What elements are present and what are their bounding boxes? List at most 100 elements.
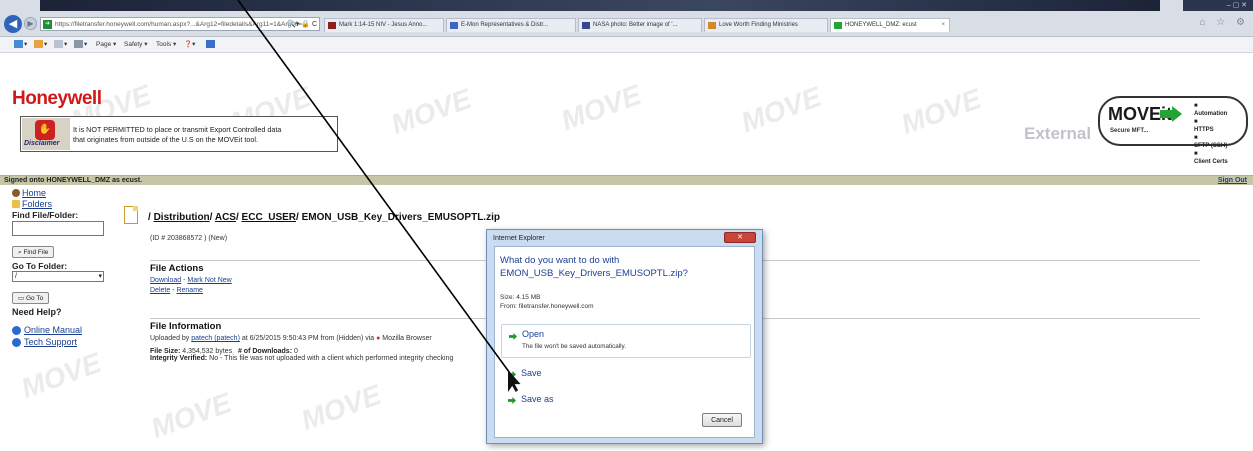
file-id: (ID # 203868572 ) (New) — [150, 235, 228, 242]
signed-on-bar: Signed onto HONEYWELL_DMZ as ecust. Sign… — [0, 175, 1253, 185]
heart-icon — [708, 22, 716, 29]
mark-not-new-link[interactable]: Mark Not New — [187, 277, 231, 284]
forward-button[interactable]: ▶ — [24, 17, 37, 30]
disclaimer-word: Disclaimer — [24, 140, 60, 147]
open-option[interactable]: Open The file won't be saved automatical… — [501, 324, 751, 358]
watermark: MOVE — [737, 80, 826, 139]
tab-emon[interactable]: E-Mon Representatives & Distr... — [446, 18, 576, 32]
moveit-icon — [834, 22, 842, 29]
integrity-value: No - This file was not uploaded with a c… — [209, 355, 454, 362]
breadcrumb: / Distribution/ ACS/ ECC_USER/ EMON_USB_… — [148, 212, 500, 223]
online-manual-link[interactable]: Online Manual — [12, 325, 112, 335]
address-tools-icon[interactable]: 🔍▾ 🔒 C — [287, 18, 317, 30]
breadcrumb-acs[interactable]: ACS — [215, 212, 236, 223]
home-favorites-settings-icons[interactable]: ⌂ ☆ ⚙ — [1199, 17, 1249, 28]
file-icon — [124, 206, 138, 224]
tab-honeywell-dmz[interactable]: HONEYWELL_DMZ: ecust × — [830, 18, 950, 32]
cancel-button[interactable]: Cancel — [702, 413, 742, 427]
watermark: MOVE — [17, 346, 106, 405]
download-dialog: Internet Explorer ✕ What do you want to … — [486, 229, 763, 444]
breadcrumb-distribution[interactable]: Distribution — [154, 212, 210, 223]
feature-item: ■ HTTPS — [1194, 119, 1214, 133]
tab-love-worth[interactable]: Love Worth Finding Ministries — [704, 18, 828, 32]
goto-label: Go To Folder: — [12, 261, 68, 271]
find-input[interactable] — [12, 221, 104, 236]
breadcrumb-ecc-user[interactable]: ECC_USER — [242, 212, 296, 223]
uploader-link[interactable]: patech (patech) — [191, 335, 240, 342]
disclaimer-box: ✋ Disclaimer It is NOT PERMITTED to plac… — [20, 116, 338, 152]
watermark: MOVE — [387, 82, 476, 141]
arrow-right-icon — [509, 333, 517, 340]
download-link[interactable]: Download — [150, 277, 181, 284]
file-name: EMON_USB_Key_Drivers_EMUSOPTL.zip — [301, 212, 500, 223]
size-label: File Size: — [150, 348, 181, 355]
external-label: External — [1024, 124, 1092, 143]
moveit-logo: MOVEit Secure MFT... ■ Automation ■ HTTP… — [1098, 96, 1248, 165]
home-icon — [12, 189, 20, 197]
address-text: https://filetransfer.honeywell.com/human… — [55, 21, 308, 28]
moveit-subtitle: Secure MFT... — [1110, 128, 1149, 134]
close-icon[interactable]: ✕ — [724, 232, 756, 243]
feature-item: ■ SFTP (SSH) — [1194, 135, 1228, 149]
feeds-icon[interactable]: ▾ — [34, 40, 47, 49]
save-option[interactable]: Save — [501, 365, 751, 385]
save-as-label: Save as — [521, 394, 554, 404]
tech-support-link[interactable]: Tech Support — [12, 337, 112, 347]
save-as-option[interactable]: Save as — [501, 391, 751, 411]
downloads-label: # of Downloads: — [237, 348, 293, 355]
honeywell-logo: Honeywell — [12, 88, 102, 109]
goto-folder-value: / — [15, 273, 17, 280]
read-mail-icon[interactable]: ▾ — [54, 40, 67, 49]
goto-folder-select[interactable]: / ▾ — [12, 271, 104, 282]
open-label: Open — [522, 329, 545, 339]
question-filename: EMON_USB_Key_Drivers_EMUSOPTL.zip? — [500, 268, 688, 279]
delete-link[interactable]: Delete — [150, 287, 170, 294]
uploaded-via: Mozilla Browser — [382, 335, 432, 342]
page-menu[interactable]: Page ▾ — [96, 40, 116, 48]
watermark: MOVE — [557, 78, 646, 137]
help-link-label: Tech Support — [24, 337, 78, 347]
uploaded-details: at 6/25/2015 9:50:43 PM from (Hidden) vi… — [239, 335, 377, 342]
integrity-label: Integrity Verified: — [150, 355, 208, 362]
moveit-features: ■ Automation ■ HTTPS ■ SFTP (SSH) ■ Clie… — [1194, 102, 1228, 166]
tab-nasa[interactable]: NASA photo: Better image of '... — [578, 18, 702, 32]
disclaimer-line: It is NOT PERMITTED to place or transmit… — [73, 125, 282, 134]
rename-link[interactable]: Rename — [176, 287, 202, 294]
dialog-question: What do you want to do with EMON_USB_Key… — [500, 254, 750, 280]
window-controls[interactable]: – ▢ ✕ — [1183, 0, 1253, 11]
back-button[interactable]: ◀ — [4, 15, 22, 33]
tab-label: Mark 1:14-15 NIV - Jesus Anno... — [339, 22, 428, 28]
sidebar-item-folders[interactable]: Folders — [12, 199, 112, 209]
help-icon — [12, 326, 21, 335]
feature-item: ■ Automation — [1194, 103, 1228, 117]
downloads-value: 0 — [293, 348, 298, 355]
home-icon[interactable]: ▾ — [14, 40, 27, 49]
disclaimer-line: that originates from outside of the U.S … — [73, 134, 258, 144]
chevron-down-icon: ▾ — [98, 273, 102, 280]
question-line: What do you want to do with — [500, 255, 620, 266]
page-icon — [450, 22, 458, 29]
watermark: MOVE — [897, 82, 986, 141]
sidebar-item-label: Home — [22, 188, 47, 198]
go-to-button[interactable]: ▭ Go To — [12, 292, 50, 304]
safety-menu[interactable]: Safety ▾ — [124, 40, 148, 48]
open-note: The file won't be saved automatically. — [522, 343, 626, 350]
sidebar-item-home[interactable]: Home — [12, 188, 112, 198]
tools-menu[interactable]: Tools ▾ — [156, 40, 176, 48]
save-label: Save — [521, 368, 542, 378]
research-icon[interactable] — [206, 40, 216, 48]
find-file-button[interactable]: ⌕ Find File — [12, 246, 55, 258]
close-tab-icon[interactable]: × — [941, 19, 945, 32]
uploaded-prefix: Uploaded by — [150, 335, 192, 342]
print-icon[interactable]: ▾ — [74, 40, 87, 49]
help-menu[interactable]: ❓▾ — [184, 40, 195, 48]
sidebar-item-label: Folders — [22, 199, 53, 209]
tab-mark[interactable]: Mark 1:14-15 NIV - Jesus Anno... — [324, 18, 444, 32]
sign-out-link[interactable]: Sign Out — [1218, 176, 1247, 186]
sidebar: Home Folders Find File/Folder: ⌕ Find Fi… — [12, 188, 112, 347]
tab-label: HONEYWELL_DMZ: ecust — [845, 22, 917, 28]
address-bar[interactable]: ➜ https://filetransfer.honeywell.com/hum… — [40, 17, 320, 31]
dialog-body: What do you want to do with EMON_USB_Key… — [494, 246, 755, 438]
tab-label: Love Worth Finding Ministries — [719, 22, 798, 28]
file-source: From: filetransfer.honeywell.com — [500, 303, 594, 310]
